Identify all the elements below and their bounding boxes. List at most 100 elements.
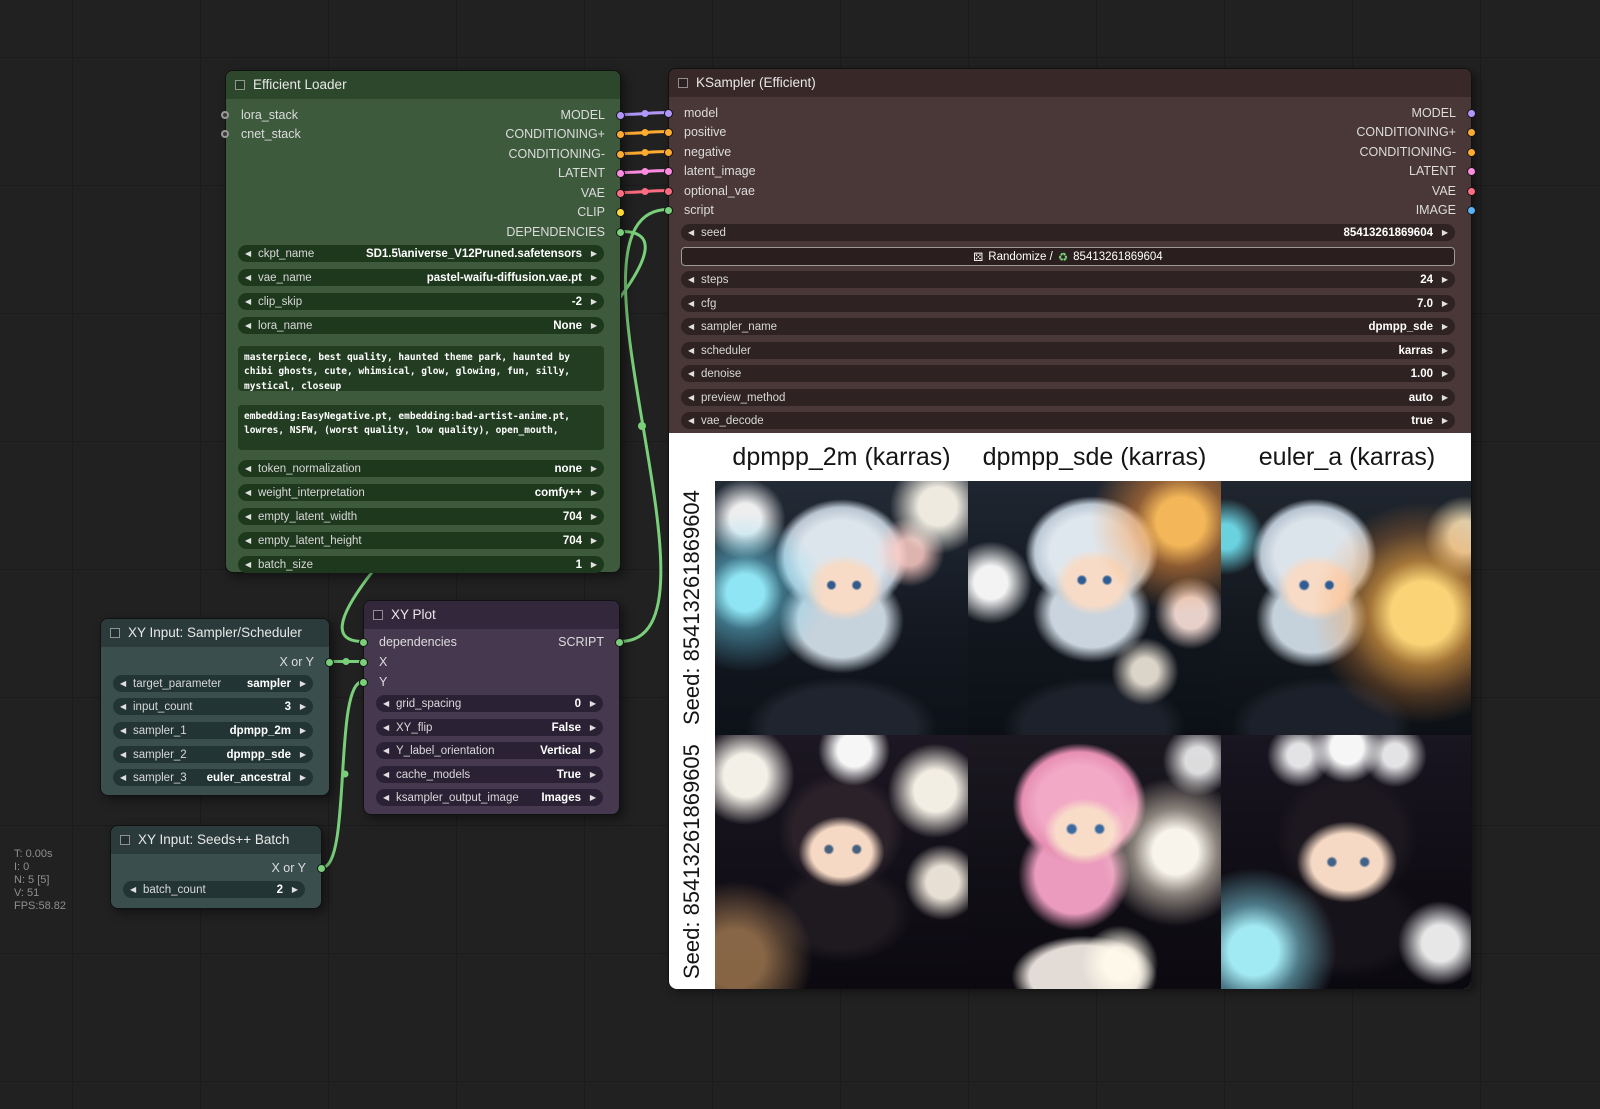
widget-seed[interactable]: ◀ seed 85413261869604 ▶ xyxy=(681,224,1455,241)
output-slot-x-or-y[interactable]: X or Y xyxy=(279,653,329,672)
widget-sampler-3[interactable]: ◀ sampler_3 euler_ancestral ▶ xyxy=(113,769,313,786)
widget-vae-name[interactable]: ◀ vae_name pastel-waifu-diffusion.vae.pt… xyxy=(238,269,604,286)
prev-arrow-icon[interactable]: ◀ xyxy=(383,770,393,779)
next-arrow-icon[interactable]: ▶ xyxy=(586,746,596,755)
widget-sampler-1[interactable]: ◀ sampler_1 dpmpp_2m ▶ xyxy=(113,722,313,739)
prev-arrow-icon[interactable]: ◀ xyxy=(245,249,255,258)
next-arrow-icon[interactable]: ▶ xyxy=(288,885,298,894)
widget-xy-flip[interactable]: ◀ XY_flip False ▶ xyxy=(376,719,603,736)
prev-arrow-icon[interactable]: ◀ xyxy=(688,275,698,284)
widget-vae-decode[interactable]: ◀ vae_decode true ▶ xyxy=(681,412,1455,429)
dependencies-port-icon[interactable] xyxy=(616,228,625,237)
positive-port-icon[interactable] xyxy=(664,128,673,137)
prev-arrow-icon[interactable]: ◀ xyxy=(688,346,698,355)
conditioning-plus-port-icon[interactable] xyxy=(616,130,625,139)
conditioning-plus-port-icon[interactable] xyxy=(1467,128,1476,137)
widget-scheduler[interactable]: ◀ scheduler karras ▶ xyxy=(681,342,1455,359)
input-slot-latent-image[interactable]: latent_image xyxy=(669,162,756,181)
next-arrow-icon[interactable]: ▶ xyxy=(587,297,597,306)
output-slot-latent[interactable]: LATENT xyxy=(1409,162,1471,181)
model-port-icon[interactable] xyxy=(616,111,625,120)
node-titlebar[interactable]: Efficient Loader xyxy=(226,71,620,99)
script-port-icon[interactable] xyxy=(664,206,673,215)
widget-y-label-orientation[interactable]: ◀ Y_label_orientation Vertical ▶ xyxy=(376,742,603,759)
prev-arrow-icon[interactable]: ◀ xyxy=(245,512,255,521)
collapse-box-icon[interactable] xyxy=(110,628,120,638)
next-arrow-icon[interactable]: ▶ xyxy=(586,770,596,779)
input-slot-model[interactable]: model xyxy=(669,104,718,123)
x-or-y-port-icon[interactable] xyxy=(325,658,334,667)
x-or-y-port-icon[interactable] xyxy=(317,864,326,873)
widget-empty-latent-height[interactable]: ◀ empty_latent_height 704 ▶ xyxy=(238,532,604,549)
latent-image-port-icon[interactable] xyxy=(664,167,673,176)
next-arrow-icon[interactable]: ▶ xyxy=(586,723,596,732)
prev-arrow-icon[interactable]: ◀ xyxy=(383,793,393,802)
prev-arrow-icon[interactable]: ◀ xyxy=(245,297,255,306)
input-slot-cnet-stack[interactable]: cnet_stack xyxy=(226,125,301,144)
next-arrow-icon[interactable]: ▶ xyxy=(1438,346,1448,355)
negative-prompt-textarea[interactable]: embedding:EasyNegative.pt, embedding:bad… xyxy=(238,405,604,450)
next-arrow-icon[interactable]: ▶ xyxy=(587,488,597,497)
output-slot-dependencies[interactable]: DEPENDENCIES xyxy=(506,223,620,242)
prev-arrow-icon[interactable]: ◀ xyxy=(383,723,393,732)
next-arrow-icon[interactable]: ▶ xyxy=(586,793,596,802)
input-slot-lora-stack[interactable]: lora_stack xyxy=(226,106,298,125)
next-arrow-icon[interactable]: ▶ xyxy=(296,750,306,759)
widget-ksampler-output-image[interactable]: ◀ ksampler_output_image Images ▶ xyxy=(376,789,603,806)
y-port-icon[interactable] xyxy=(359,678,368,687)
x-port-icon[interactable] xyxy=(359,658,368,667)
next-arrow-icon[interactable]: ▶ xyxy=(1438,275,1448,284)
next-arrow-icon[interactable]: ▶ xyxy=(1438,322,1448,331)
prev-arrow-icon[interactable]: ◀ xyxy=(120,679,130,688)
next-arrow-icon[interactable]: ▶ xyxy=(1438,228,1448,237)
node-titlebar[interactable]: KSampler (Efficient) xyxy=(669,69,1471,97)
widget-empty-latent-width[interactable]: ◀ empty_latent_width 704 ▶ xyxy=(238,508,604,525)
widget-sampler-name[interactable]: ◀ sampler_name dpmpp_sde ▶ xyxy=(681,318,1455,335)
node-titlebar[interactable]: XY Plot xyxy=(364,601,619,629)
node-graph-canvas[interactable]: T: 0.00s I: 0 N: 5 [5] V: 51 FPS:58.82 E… xyxy=(0,0,1600,1109)
widget-clip-skip[interactable]: ◀ clip_skip -2 ▶ xyxy=(238,293,604,310)
prev-arrow-icon[interactable]: ◀ xyxy=(245,488,255,497)
output-slot-latent[interactable]: LATENT xyxy=(558,164,620,183)
next-arrow-icon[interactable]: ▶ xyxy=(587,464,597,473)
negative-port-icon[interactable] xyxy=(664,148,673,157)
prev-arrow-icon[interactable]: ◀ xyxy=(245,321,255,330)
vae-port-icon[interactable] xyxy=(616,189,625,198)
widget-weight-interpretation[interactable]: ◀ weight_interpretation comfy++ ▶ xyxy=(238,484,604,501)
next-arrow-icon[interactable]: ▶ xyxy=(587,512,597,521)
input-slot-y[interactable]: Y xyxy=(364,673,387,692)
widget-steps[interactable]: ◀ steps 24 ▶ xyxy=(681,271,1455,288)
widget-denoise[interactable]: ◀ denoise 1.00 ▶ xyxy=(681,365,1455,382)
node-titlebar[interactable]: XY Input: Sampler/Scheduler xyxy=(101,619,329,647)
randomize-seed-button[interactable]: ⚄ Randomize / ♻ 85413261869604 xyxy=(681,247,1455,266)
output-slot-conditioning-plus[interactable]: CONDITIONING+ xyxy=(505,125,620,144)
input-slot-positive[interactable]: positive xyxy=(669,123,726,142)
prev-arrow-icon[interactable]: ◀ xyxy=(383,699,393,708)
optional-vae-port-icon[interactable] xyxy=(664,187,673,196)
widget-sampler-2[interactable]: ◀ sampler_2 dpmpp_sde ▶ xyxy=(113,746,313,763)
script-port-icon[interactable] xyxy=(615,638,624,647)
next-arrow-icon[interactable]: ▶ xyxy=(296,726,306,735)
next-arrow-icon[interactable]: ▶ xyxy=(587,273,597,282)
prev-arrow-icon[interactable]: ◀ xyxy=(688,299,698,308)
widget-ckpt-name[interactable]: ◀ ckpt_name SD1.5\aniverse_V12Pruned.saf… xyxy=(238,245,604,262)
prev-arrow-icon[interactable]: ◀ xyxy=(245,536,255,545)
next-arrow-icon[interactable]: ▶ xyxy=(1438,393,1448,402)
prev-arrow-icon[interactable]: ◀ xyxy=(120,750,130,759)
positive-prompt-textarea[interactable]: masterpiece, best quality, haunted theme… xyxy=(238,346,604,391)
output-slot-conditioning-plus[interactable]: CONDITIONING+ xyxy=(1356,123,1471,142)
prev-arrow-icon[interactable]: ◀ xyxy=(688,393,698,402)
output-slot-x-or-y[interactable]: X or Y xyxy=(271,859,321,878)
output-slot-conditioning-minus[interactable]: CONDITIONING- xyxy=(1359,143,1471,162)
widget-token-normalization[interactable]: ◀ token_normalization none ▶ xyxy=(238,460,604,477)
widget-cfg[interactable]: ◀ cfg 7.0 ▶ xyxy=(681,295,1455,312)
next-arrow-icon[interactable]: ▶ xyxy=(587,536,597,545)
next-arrow-icon[interactable]: ▶ xyxy=(587,560,597,569)
next-arrow-icon[interactable]: ▶ xyxy=(1438,416,1448,425)
output-slot-script[interactable]: SCRIPT xyxy=(558,633,619,652)
prev-arrow-icon[interactable]: ◀ xyxy=(688,416,698,425)
input-slot-negative[interactable]: negative xyxy=(669,143,731,162)
input-slot-x[interactable]: X xyxy=(364,653,387,672)
node-xy-plot[interactable]: XY Plot dependencies X Y SCRIPT ◀ grid_s… xyxy=(363,600,620,815)
node-xy-input-seeds-batch[interactable]: XY Input: Seeds++ Batch X or Y ◀ batch_c… xyxy=(110,825,322,909)
